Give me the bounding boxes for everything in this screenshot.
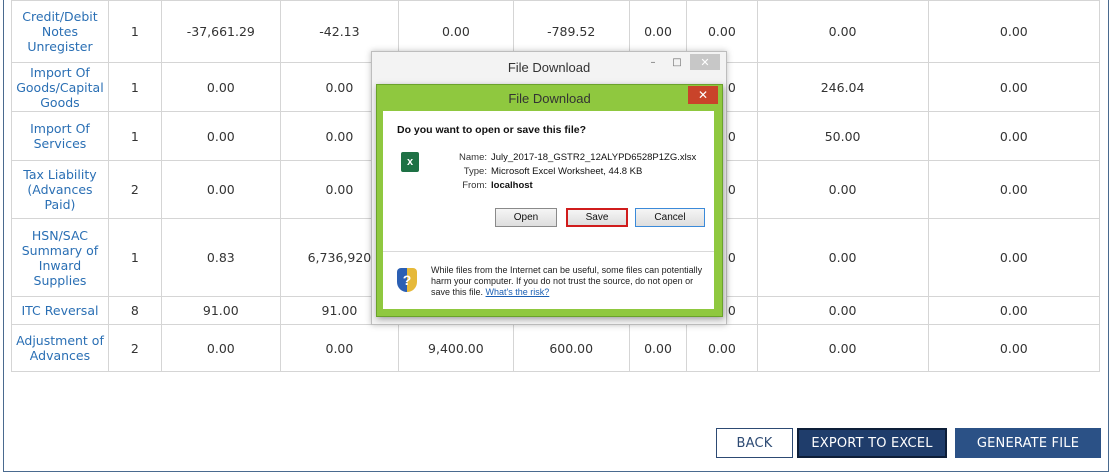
table-cell: 0.00: [927, 324, 1101, 372]
warning-text: While files from the Internet can be use…: [431, 265, 703, 297]
dialog-content: Do you want to open or save this file? x…: [383, 111, 714, 309]
file-download-dialog: File Download ✕ Do you want to open or s…: [376, 84, 723, 317]
open-button[interactable]: Open: [495, 208, 557, 227]
minimize-icon[interactable]: –: [642, 54, 664, 70]
name-label: Name:: [459, 152, 487, 163]
file-name: July_2017-18_GSTR2_12ALYPD6528P1ZG.xlsx: [491, 152, 697, 163]
table-cell: 0.00: [927, 218, 1101, 297]
table-row: Adjustment of Advances 2 0.00 0.00 9,400.00 6…: [11, 324, 1101, 372]
security-warning: While files from the Internet can be use…: [431, 265, 709, 298]
table-cell: 91.00: [160, 296, 281, 325]
file-info: Name: July_2017-18_GSTR2_12ALYPD6528P1ZG.…: [453, 151, 696, 193]
dialog-title: File Download: [508, 90, 591, 106]
table-cell: 1: [107, 111, 162, 161]
row-description-link[interactable]: Tax Liability (Advances Paid): [11, 160, 109, 219]
dialog-question: Do you want to open or save this file?: [397, 124, 587, 136]
table-cell: 0.00: [927, 0, 1101, 63]
table-cell: 50.00: [756, 111, 929, 161]
divider: [383, 251, 714, 252]
whats-the-risk-link[interactable]: What's the risk?: [486, 287, 550, 297]
table-cell: -37,661.29: [160, 0, 281, 63]
table-cell: 0.00: [756, 296, 929, 325]
table-cell: 600.00: [512, 324, 630, 372]
table-cell: 0.00: [160, 324, 281, 372]
maximize-icon[interactable]: □: [666, 54, 688, 70]
table-cell: 0.00: [756, 0, 929, 63]
action-bar: BACK EXPORT TO EXCEL GENERATE FILE: [0, 428, 1113, 460]
table-cell: 0.00: [756, 218, 929, 297]
table-cell: 0.00: [927, 296, 1101, 325]
back-button[interactable]: BACK: [716, 428, 793, 458]
excel-file-icon: x: [401, 152, 423, 172]
table-cell: 1: [107, 218, 162, 297]
table-cell: 0.00: [160, 62, 281, 112]
export-to-excel-button[interactable]: EXPORT TO EXCEL: [797, 428, 947, 458]
table-cell: 0.00: [686, 324, 758, 372]
type-label: Type:: [463, 166, 487, 177]
close-icon[interactable]: ✕: [690, 54, 720, 70]
table-cell: 0.00: [279, 324, 400, 372]
table-cell: 1: [107, 0, 162, 63]
row-description-link[interactable]: Import Of Goods/Capital Goods: [11, 62, 109, 112]
row-description-link[interactable]: ITC Reversal: [11, 296, 109, 325]
table-cell: 0.00: [927, 160, 1101, 219]
row-description-link[interactable]: Import Of Services: [11, 111, 109, 161]
save-button[interactable]: Save: [566, 208, 628, 227]
table-cell: 9,400.00: [398, 324, 514, 372]
close-icon[interactable]: ✕: [688, 86, 718, 104]
table-cell: 1: [107, 62, 162, 112]
table-cell: 8: [107, 296, 162, 325]
row-description-link[interactable]: HSN/SAC Summary of Inward Supplies: [11, 218, 109, 297]
table-cell: 0.00: [628, 324, 688, 372]
table-cell: 2: [107, 160, 162, 219]
row-description-link[interactable]: Adjustment of Advances: [11, 324, 109, 372]
table-cell: 0.00: [927, 62, 1101, 112]
file-type: Microsoft Excel Worksheet, 44.8 KB: [491, 166, 643, 177]
table-cell: 0.00: [927, 111, 1101, 161]
table-cell: 2: [107, 324, 162, 372]
cancel-button[interactable]: Cancel: [635, 208, 705, 227]
file-source: localhost: [491, 180, 533, 191]
table-cell: 0.00: [756, 324, 929, 372]
from-label: From:: [462, 180, 487, 191]
table-cell: 246.04: [756, 62, 929, 112]
table-cell: 0.00: [160, 160, 281, 219]
table-cell: 0.83: [160, 218, 281, 297]
table-cell: 0.00: [160, 111, 281, 161]
table-cell: 0.00: [756, 160, 929, 219]
security-shield-icon: ?: [397, 268, 417, 292]
generate-file-button[interactable]: GENERATE FILE: [955, 428, 1101, 458]
row-description-link[interactable]: Credit/Debit Notes Unregister: [11, 0, 109, 63]
